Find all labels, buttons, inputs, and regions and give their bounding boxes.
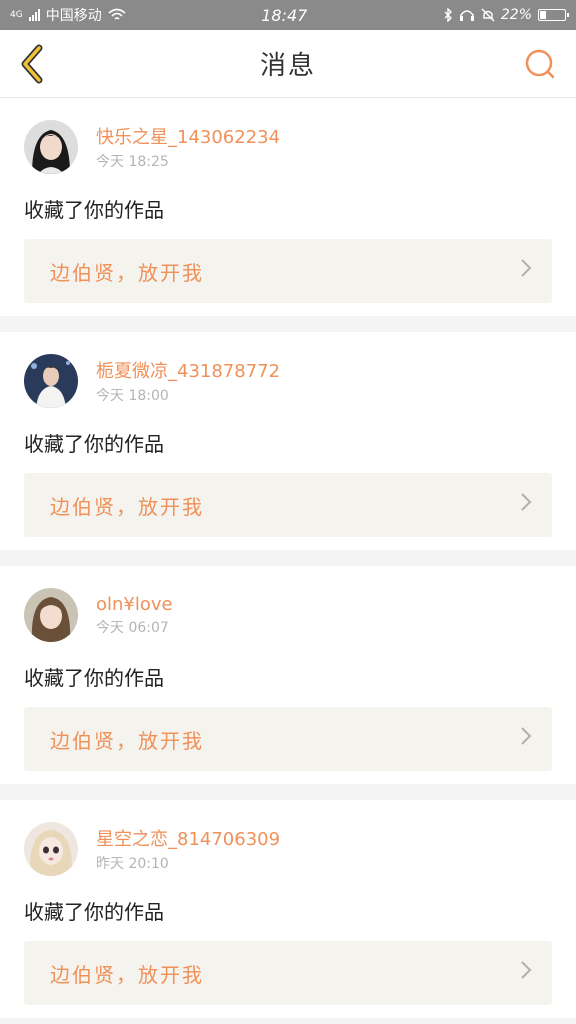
status-right: 22% [443,7,569,23]
chevron-right-icon [520,960,532,986]
carrier-label: 中国移动 [45,8,102,24]
timestamp: 今天 18:25 [96,154,169,170]
username[interactable]: 快乐之星_143062234 [96,123,280,149]
avatar[interactable] [24,120,78,174]
message-header: oln¥love 今天 06:07 [24,588,552,642]
message-header: 栀夏微凉_431878772 今天 18:00 [24,354,552,408]
status-bar: 4G 中国移动 18:47 22% [0,0,576,30]
message-card: 栀夏微凉_431878772 今天 18:00 收藏了你的作品 边伯贤，放开我 [0,332,576,550]
work-title: 边伯贤，放开我 [50,962,204,987]
user-info: 快乐之星_143062234 今天 18:25 [96,123,280,171]
message-card: 快乐之星_143062234 今天 18:25 收藏了你的作品 边伯贤，放开我 [0,98,576,316]
network-type: 4G [10,10,23,20]
user-info: oln¥love 今天 06:07 [96,594,173,637]
work-link[interactable]: 边伯贤，放开我 [24,473,552,537]
bluetooth-icon [444,8,452,22]
avatar-image [24,120,78,174]
avatar[interactable] [24,354,78,408]
wifi-icon [108,8,126,20]
chevron-right-icon [520,492,532,518]
search-button[interactable] [522,46,558,82]
mute-icon [481,8,495,22]
username[interactable]: 星空之恋_814706309 [96,825,280,851]
work-title: 边伯贤，放开我 [50,260,204,285]
status-left: 4G 中国移动 [10,5,126,25]
signal-icon [28,9,40,21]
work-title: 边伯贤，放开我 [50,494,204,519]
message-list: 快乐之星_143062234 今天 18:25 收藏了你的作品 边伯贤，放开我 [0,98,576,1018]
battery-icon [538,9,569,21]
action-text: 收藏了你的作品 [24,432,164,456]
work-link[interactable]: 边伯贤，放开我 [24,707,552,771]
timestamp: 昨天 20:10 [96,856,169,872]
chevron-right-icon [520,258,532,284]
message-card: 星空之恋_814706309 昨天 20:10 收藏了你的作品 边伯贤，放开我 [0,800,576,1018]
timestamp: 今天 06:07 [96,619,169,636]
chevron-right-icon [520,726,532,752]
avatar[interactable] [24,588,78,642]
back-button[interactable] [10,42,54,86]
user-info: 星空之恋_814706309 昨天 20:10 [96,825,280,873]
top-nav: 消息 [0,30,576,98]
message-header: 快乐之星_143062234 今天 18:25 [24,120,552,174]
message-header: 星空之恋_814706309 昨天 20:10 [24,822,552,876]
avatar-image [24,822,78,876]
work-title: 边伯贤，放开我 [50,728,204,753]
avatar-image [24,354,78,408]
user-info: 栀夏微凉_431878772 今天 18:00 [96,357,280,405]
page-title: 消息 [259,51,316,81]
message-card: oln¥love 今天 06:07 收藏了你的作品 边伯贤，放开我 [0,566,576,784]
search-icon [525,49,555,79]
timestamp: 今天 18:00 [96,388,169,404]
username[interactable]: oln¥love [96,594,173,615]
chevron-left-icon [21,44,43,84]
clock: 18:47 [261,5,308,25]
work-link[interactable]: 边伯贤，放开我 [24,941,552,1005]
avatar-image [24,588,78,642]
action-text: 收藏了你的作品 [24,666,164,690]
headset-icon [459,10,474,21]
avatar[interactable] [24,822,78,876]
username[interactable]: 栀夏微凉_431878772 [96,357,280,383]
action-text: 收藏了你的作品 [24,900,164,924]
work-link[interactable]: 边伯贤，放开我 [24,239,552,303]
battery-percent: 22% [500,7,532,23]
action-text: 收藏了你的作品 [24,198,164,222]
